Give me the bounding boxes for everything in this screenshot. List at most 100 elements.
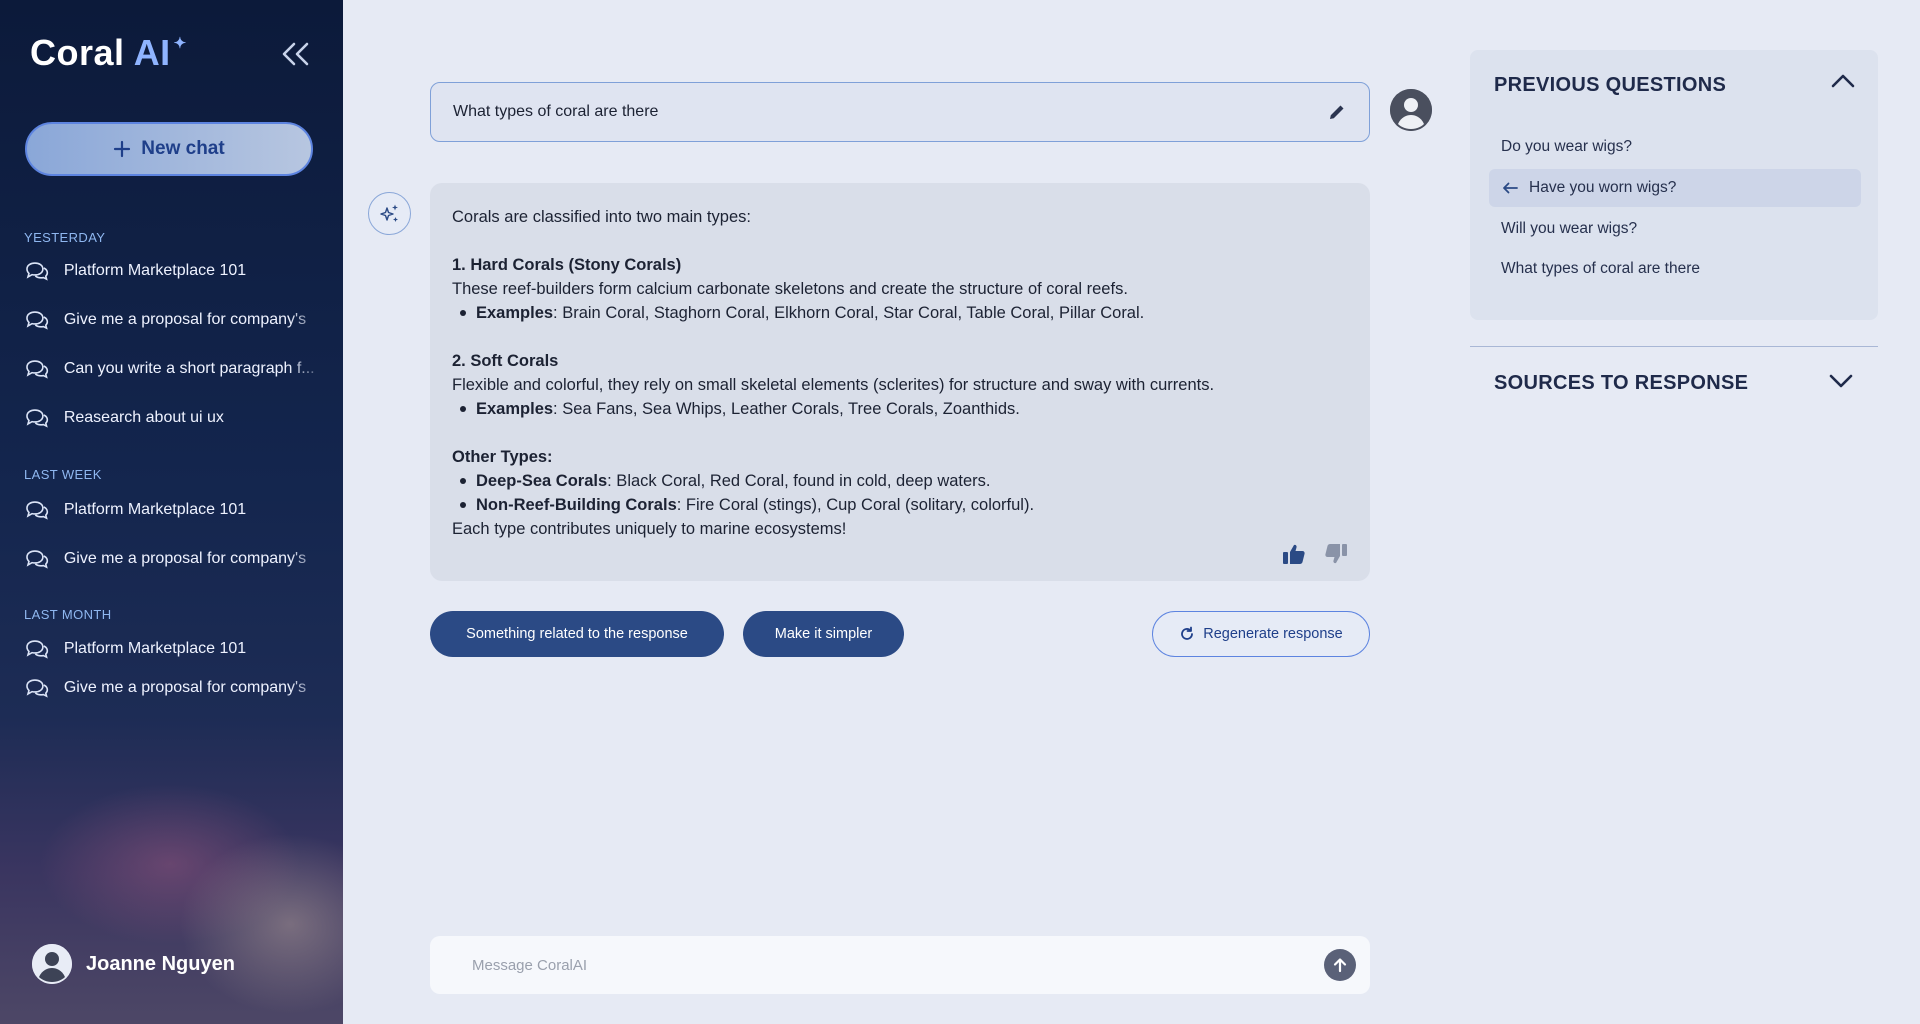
chat-history-title: Platform Marketplace 101 [63, 501, 247, 518]
response-heading-soft-corals: 2. Soft Corals [452, 352, 559, 370]
chat-history-item[interactable]: Platform Marketplace 101 [24, 256, 328, 286]
collapse-previous-questions-button[interactable] [1830, 72, 1856, 90]
thumbs-down-button[interactable] [1324, 543, 1348, 565]
chat-bubbles-icon [26, 262, 49, 281]
regenerate-label: Regenerate response [1203, 626, 1343, 642]
chevron-up-icon [1831, 74, 1855, 88]
expand-sources-button[interactable] [1828, 372, 1854, 390]
logo-brand: Coral [30, 32, 134, 73]
thumbs-up-icon [1283, 544, 1305, 564]
response-closing: Each type contributes uniquely to marine… [452, 520, 847, 538]
response-heading-hard-corals: 1. Hard Corals (Stony Corals) [452, 256, 682, 274]
plus-icon [114, 140, 131, 158]
suggestion-label: Make it simpler [774, 626, 873, 642]
chat-bubbles-icon [26, 640, 49, 659]
previous-question-text: Do you wear wigs? [1501, 138, 1632, 155]
new-chat-button[interactable]: New chat [25, 122, 313, 176]
bullet-text: : Black Coral, Red Coral, found in cold,… [607, 472, 991, 490]
bullet-text: : Brain Coral, Staghorn Coral, Elkhorn C… [553, 304, 1145, 322]
thumbs-down-icon [1325, 544, 1347, 564]
chat-history-title: Give me a proposal for company's [63, 550, 307, 567]
chat-history-title: Platform Marketplace 101 [63, 262, 247, 279]
chat-bubbles-icon [26, 550, 49, 569]
user-avatar-icon [32, 944, 72, 984]
user-question-bubble: What types of coral are there [430, 82, 1370, 142]
arrow-up-icon [1333, 958, 1347, 973]
chat-bubbles-icon [26, 311, 49, 330]
chat-history-title: Can you write a short paragraph f... [63, 360, 315, 377]
sparkles-icon [379, 204, 398, 222]
suggestion-label: Something related to the response [466, 626, 688, 642]
user-name: Joanne Nguyen [86, 952, 235, 975]
new-chat-label: New chat [141, 138, 225, 159]
section-label-yesterday: YESTERDAY [24, 230, 106, 245]
user-question-text: What types of coral are there [453, 103, 659, 120]
edit-question-button[interactable] [1327, 102, 1347, 122]
sidebar: Coral AI ✦ New chat YESTERDAY Platform M… [0, 0, 343, 1024]
chat-history-title: Give me a proposal for company's [63, 679, 307, 696]
sparkle-icon: ✦ [173, 35, 187, 52]
user-profile[interactable]: Joanne Nguyen [32, 944, 235, 984]
chat-history-item[interactable]: Platform Marketplace 101 [24, 634, 328, 664]
chat-history-item[interactable]: Give me a proposal for company's [24, 305, 328, 335]
section-label-last-month: LAST MONTH [24, 607, 112, 622]
app-logo: Coral AI ✦ [30, 32, 186, 74]
avatar [32, 944, 72, 984]
bullet-label: Deep-Sea Corals [476, 472, 608, 490]
thumbs-up-button[interactable] [1282, 543, 1306, 565]
chat-bubbles-icon [26, 501, 49, 520]
double-chevron-left-icon [282, 42, 309, 66]
response-heading-other-types: Other Types: [452, 448, 553, 466]
chat-bubbles-icon [26, 679, 49, 698]
chevron-down-icon [1829, 374, 1853, 388]
response-bullet: Examples: Brain Coral, Staghorn Coral, E… [452, 301, 1348, 325]
bullet-label: Examples [476, 400, 554, 418]
chat-history-title: Platform Marketplace 101 [63, 640, 247, 657]
previous-question-text: Have you worn wigs? [1529, 179, 1677, 196]
chat-history-item[interactable]: Give me a proposal for company's [24, 673, 328, 703]
bullet-text: : Fire Coral (stings), Cup Coral (solita… [676, 496, 1035, 514]
previous-question-text: Will you wear wigs? [1501, 220, 1638, 237]
chat-history-title: Give me a proposal for company's [63, 311, 307, 328]
collapse-sidebar-button[interactable] [278, 36, 314, 72]
regenerate-response-button[interactable]: Regenerate response [1152, 611, 1370, 657]
bullet-label: Examples [476, 304, 554, 322]
arrow-left-icon [1503, 182, 1518, 194]
previous-question-item[interactable]: What types of coral are there [1489, 250, 1861, 288]
chat-history-item[interactable]: Can you write a short paragraph f... [24, 354, 328, 384]
message-composer [430, 936, 1370, 994]
response-bullet: Non-Reef-Building Corals: Fire Coral (st… [452, 493, 1348, 517]
logo-ai: AI [133, 32, 171, 73]
bullet-text: : Sea Fans, Sea Whips, Leather Corals, T… [553, 400, 1020, 418]
previous-question-item-active[interactable]: Have you worn wigs? [1489, 169, 1861, 207]
ai-avatar [368, 192, 411, 235]
chat-history-item[interactable]: Reasearch about ui ux [24, 403, 328, 433]
response-paragraph: Flexible and colorful, they rely on smal… [452, 376, 1215, 394]
previous-questions-title: PREVIOUS QUESTIONS [1494, 74, 1727, 96]
response-intro: Corals are classified into two main type… [452, 208, 751, 226]
suggestion-related-button[interactable]: Something related to the response [430, 611, 724, 657]
bullet-label: Non-Reef-Building Corals [476, 496, 677, 514]
previous-question-text: What types of coral are there [1501, 260, 1701, 277]
chat-bubbles-icon [26, 360, 49, 379]
refresh-icon [1181, 626, 1194, 640]
user-avatar[interactable] [1390, 89, 1432, 131]
feedback-controls [1282, 543, 1348, 565]
suggestion-simpler-button[interactable]: Make it simpler [743, 611, 904, 657]
previous-question-item[interactable]: Do you wear wigs? [1489, 128, 1861, 166]
message-input[interactable] [472, 956, 1272, 974]
ai-response-card: Corals are classified into two main type… [430, 183, 1370, 581]
chat-history-item[interactable]: Give me a proposal for company's [24, 544, 328, 574]
response-bullet: Examples: Sea Fans, Sea Whips, Leather C… [452, 397, 1348, 421]
user-avatar-icon [1390, 89, 1432, 131]
response-paragraph: These reef-builders form calcium carbona… [452, 280, 1128, 298]
pencil-icon [1330, 105, 1344, 119]
panel-divider [1470, 346, 1878, 347]
previous-question-item[interactable]: Will you wear wigs? [1489, 210, 1861, 248]
chat-history-title: Reasearch about ui ux [63, 409, 224, 426]
response-bullet: Deep-Sea Corals: Black Coral, Red Coral,… [452, 469, 1348, 493]
section-label-last-week: LAST WEEK [24, 467, 102, 482]
chat-history-item[interactable]: Platform Marketplace 101 [24, 495, 328, 525]
send-button[interactable] [1324, 949, 1356, 981]
chat-bubbles-icon [26, 409, 49, 428]
